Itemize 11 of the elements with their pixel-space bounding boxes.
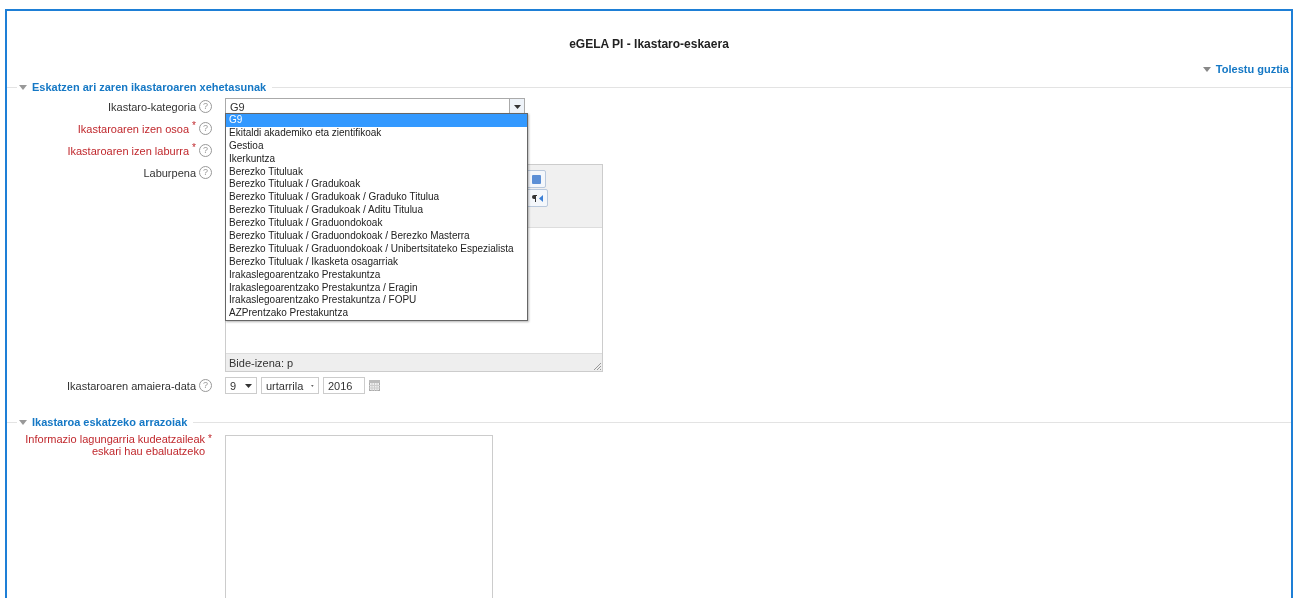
page-title: eGELA PI - Ikastaro-eskaera xyxy=(568,36,730,51)
path-status: Bide-izena: p xyxy=(229,356,294,369)
field-label: Ikastaroaren izen osoa xyxy=(77,122,190,135)
field-label: Informazio lagungarria kudeatzaileak eskari hau ebaluatzeko xyxy=(24,433,206,457)
field-label: Ikastaro-kategoria xyxy=(107,100,196,113)
field-label: Laburpena xyxy=(143,166,196,179)
required-mark: * xyxy=(192,142,196,153)
field-label: Ikastaroaren izen laburra xyxy=(67,144,190,157)
field-label: Ikastaroaren amaiera-data xyxy=(67,379,196,392)
required-mark: * xyxy=(208,433,212,444)
required-mark: * xyxy=(192,120,196,131)
